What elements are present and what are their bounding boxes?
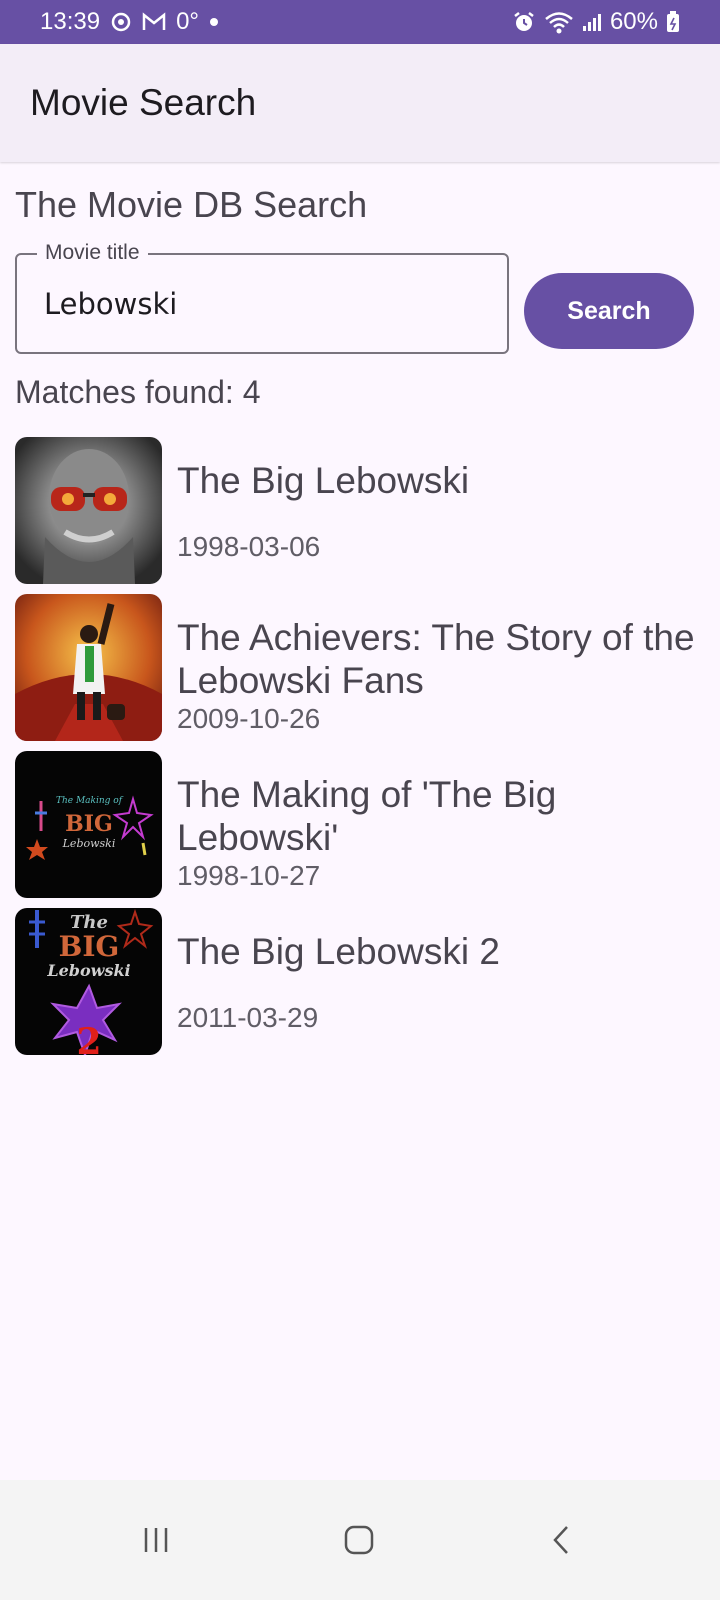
- result-date: 2009-10-26: [177, 703, 321, 734]
- list-item[interactable]: The BIG Lebowski 2 The Big Lebowski 2 20…: [15, 908, 705, 1055]
- poster-text: Lebowski: [46, 961, 130, 980]
- movie-title-field[interactable]: Movie title: [15, 241, 509, 354]
- status-temperature: 0°: [176, 8, 200, 35]
- result-date: 1998-03-06: [177, 531, 321, 562]
- movie-poster: [15, 594, 162, 741]
- app-title: Movie Search: [30, 82, 257, 123]
- alarm-icon: [512, 10, 536, 34]
- search-button[interactable]: Search: [524, 273, 694, 349]
- dot-icon: [209, 17, 219, 27]
- app-bar: Movie Search: [0, 44, 720, 162]
- poster-text: 2: [76, 1021, 101, 1055]
- recents-icon[interactable]: [136, 1520, 176, 1560]
- matches-count: Matches found: 4: [15, 374, 261, 410]
- result-date: 1998-10-27: [177, 860, 321, 891]
- movie-poster: The Making of BIG Lebowski: [15, 751, 162, 898]
- gmail-icon: [142, 12, 166, 32]
- movie-title-label: Movie title: [37, 241, 148, 265]
- poster-making-of: The Making of BIG Lebowski: [15, 751, 162, 898]
- wifi-icon: [544, 10, 574, 34]
- home-icon[interactable]: [339, 1520, 379, 1560]
- movie-poster: [15, 437, 162, 584]
- result-title: The Achievers: The Story of the Lebowski…: [177, 617, 695, 701]
- result-title: The Big Lebowski: [177, 460, 470, 501]
- battery-icon: [666, 11, 680, 33]
- result-date: 2011-03-29: [177, 1002, 319, 1033]
- list-item[interactable]: The Achievers: The Story of the Lebowski…: [15, 594, 705, 741]
- signal-icon: [582, 12, 602, 32]
- list-item[interactable]: The Making of BIG Lebowski The Making of…: [15, 751, 705, 898]
- movie-poster: The BIG Lebowski 2: [15, 908, 162, 1055]
- poster-text: BIG: [59, 930, 120, 963]
- poster-text: BIG: [65, 811, 113, 837]
- movie-title-input[interactable]: [44, 282, 484, 326]
- result-title: The Making of 'The Big Lebowski': [177, 774, 557, 858]
- poster-achievers: [15, 594, 162, 741]
- result-title: The Big Lebowski 2: [177, 931, 500, 972]
- poster-text: The Making of: [56, 796, 124, 806]
- status-battery-text: 60%: [609, 8, 658, 35]
- list-item[interactable]: The Big Lebowski 1998-03-06: [15, 437, 705, 584]
- status-time: 13:39: [40, 8, 101, 35]
- poster-big-lebowski: [15, 437, 162, 584]
- sync-icon: [110, 11, 132, 33]
- navigation-bar: [0, 1480, 720, 1600]
- poster-text: Lebowski: [62, 837, 116, 850]
- section-title: The Movie DB Search: [15, 184, 368, 225]
- back-icon[interactable]: [541, 1520, 581, 1560]
- status-bar: 13:39 0° 60%: [0, 0, 720, 44]
- poster-big-lebowski-2: The BIG Lebowski 2: [15, 908, 162, 1055]
